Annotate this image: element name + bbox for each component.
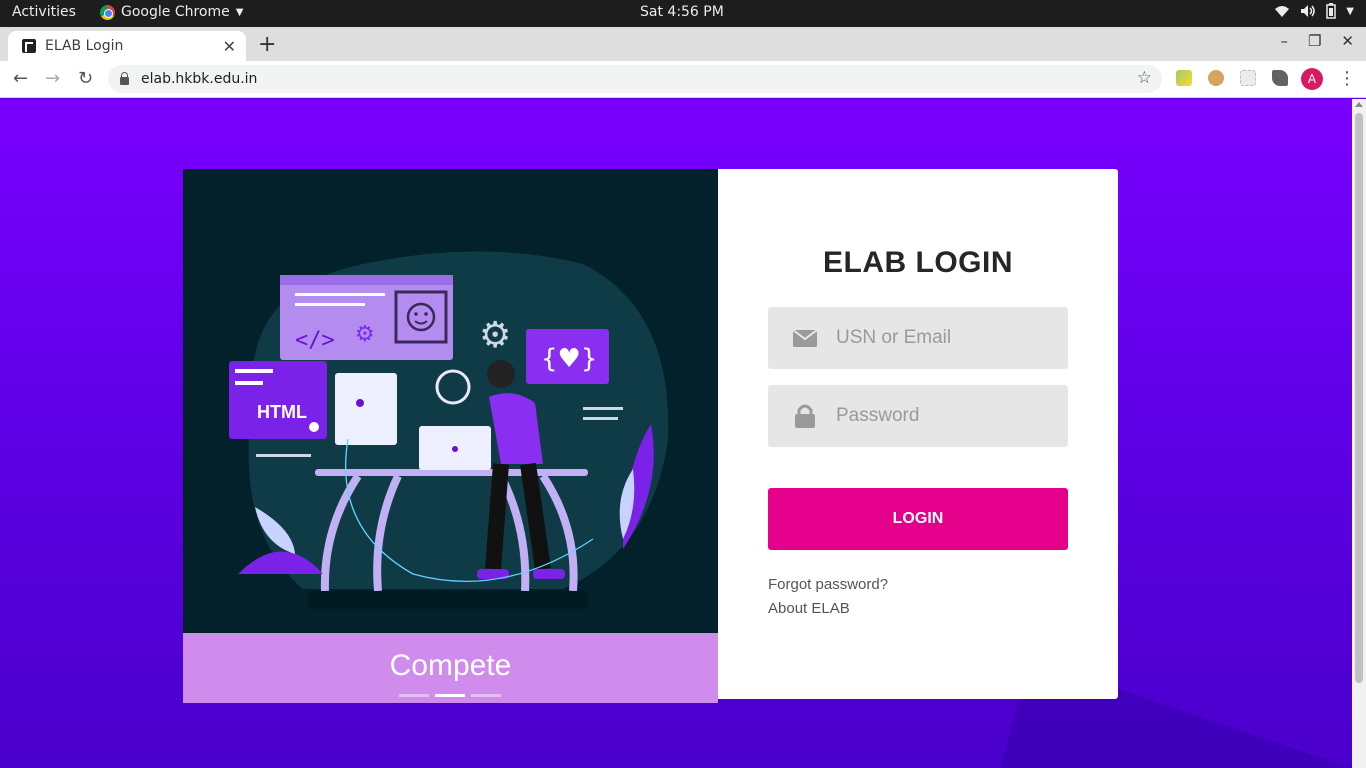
new-tab-button[interactable]: + bbox=[258, 32, 276, 57]
elab-favicon-icon bbox=[22, 39, 36, 53]
wifi-icon bbox=[1275, 6, 1290, 17]
bookmark-star-icon[interactable]: ☆ bbox=[1137, 68, 1152, 88]
app-menu-label: Google Chrome bbox=[121, 4, 230, 20]
browser-tab[interactable]: ELAB Login ✕ bbox=[8, 31, 246, 61]
activities-button[interactable]: Activities bbox=[12, 4, 76, 20]
close-window-icon[interactable]: ✕ bbox=[1341, 32, 1354, 50]
profile-avatar[interactable]: A bbox=[1301, 68, 1323, 90]
carousel-indicators bbox=[399, 694, 501, 697]
app-menu[interactable]: Google Chrome ▼ bbox=[100, 4, 243, 20]
chrome-logo-icon bbox=[100, 4, 115, 20]
login-title: ELAB LOGIN bbox=[823, 246, 1013, 279]
system-top-bar: Activities Google Chrome ▼ Sat 4:56 PM ▼ bbox=[0, 0, 1366, 27]
forward-button[interactable]: → bbox=[45, 68, 60, 89]
chevron-down-icon: ▼ bbox=[1346, 5, 1354, 17]
carousel-dot-3[interactable] bbox=[471, 694, 501, 697]
login-button[interactable]: LOGIN bbox=[768, 488, 1068, 550]
window-controls: – ❐ ✕ bbox=[1280, 32, 1354, 50]
svg-text:</>: </> bbox=[295, 328, 335, 353]
clock[interactable]: Sat 4:56 PM bbox=[640, 4, 724, 20]
login-card: ELAB LOGIN LOGIN Forgot password? About … bbox=[718, 169, 1118, 699]
tab-title: ELAB Login bbox=[45, 38, 124, 54]
system-tray[interactable]: ▼ bbox=[1274, 3, 1354, 19]
reload-button[interactable]: ↻ bbox=[78, 68, 93, 89]
forgot-password-link[interactable]: Forgot password? bbox=[768, 576, 888, 593]
envelope-icon bbox=[788, 329, 822, 347]
lock-icon bbox=[788, 404, 822, 428]
address-bar[interactable]: elab.hkbk.edu.in ☆ bbox=[108, 65, 1162, 93]
lock-icon[interactable] bbox=[120, 72, 129, 85]
extension-grid-icon[interactable] bbox=[1240, 70, 1256, 86]
extension-cookie-icon[interactable] bbox=[1208, 70, 1224, 86]
svg-text:⚙: ⚙ bbox=[355, 322, 375, 347]
tab-strip: ELAB Login ✕ + – ❐ ✕ bbox=[0, 27, 1366, 61]
page-background: </> ⚙ ⚙ {♥} HTML Compete ELAB LOGIN USN … bbox=[0, 99, 1352, 768]
battery-icon bbox=[1326, 3, 1337, 19]
browser-menu-icon[interactable]: ⋮ bbox=[1338, 68, 1356, 89]
carousel-caption: Compete bbox=[389, 649, 512, 682]
extension-gem-icon[interactable] bbox=[1176, 70, 1192, 86]
braces-heart-label: {♥} bbox=[541, 344, 597, 374]
about-elab-link[interactable]: About ELAB bbox=[768, 600, 850, 617]
extensions-puzzle-icon[interactable] bbox=[1272, 70, 1288, 86]
developer-illustration: </> ⚙ ⚙ {♥} HTML bbox=[229, 251, 669, 609]
carousel-caption-band: Compete bbox=[183, 633, 718, 703]
carousel-dot-2[interactable] bbox=[435, 694, 465, 697]
carousel-dot-1[interactable] bbox=[399, 694, 429, 697]
password-input[interactable] bbox=[836, 405, 1056, 427]
back-button[interactable]: ← bbox=[13, 68, 28, 89]
navigation-bar: ← → ↻ elab.hkbk.edu.in ☆ bbox=[0, 61, 1366, 98]
url-text: elab.hkbk.edu.in bbox=[141, 71, 258, 87]
page-scrollbar[interactable] bbox=[1352, 99, 1366, 768]
minimize-icon[interactable]: – bbox=[1280, 32, 1288, 50]
scroll-thumb[interactable] bbox=[1355, 113, 1363, 683]
html-label: HTML bbox=[257, 402, 307, 422]
username-field[interactable] bbox=[768, 307, 1068, 369]
password-field[interactable] bbox=[768, 385, 1068, 447]
carousel: </> ⚙ ⚙ {♥} HTML Compete bbox=[183, 169, 718, 703]
volume-icon bbox=[1301, 5, 1316, 17]
scroll-up-arrow-icon[interactable] bbox=[1355, 102, 1363, 107]
username-input[interactable] bbox=[836, 327, 1056, 349]
close-tab-icon[interactable]: ✕ bbox=[223, 37, 236, 56]
carousel-illustration: </> ⚙ ⚙ {♥} HTML bbox=[183, 169, 718, 633]
chevron-down-icon: ▼ bbox=[235, 6, 244, 18]
restore-icon[interactable]: ❐ bbox=[1308, 32, 1321, 50]
svg-text:⚙: ⚙ bbox=[479, 315, 511, 356]
